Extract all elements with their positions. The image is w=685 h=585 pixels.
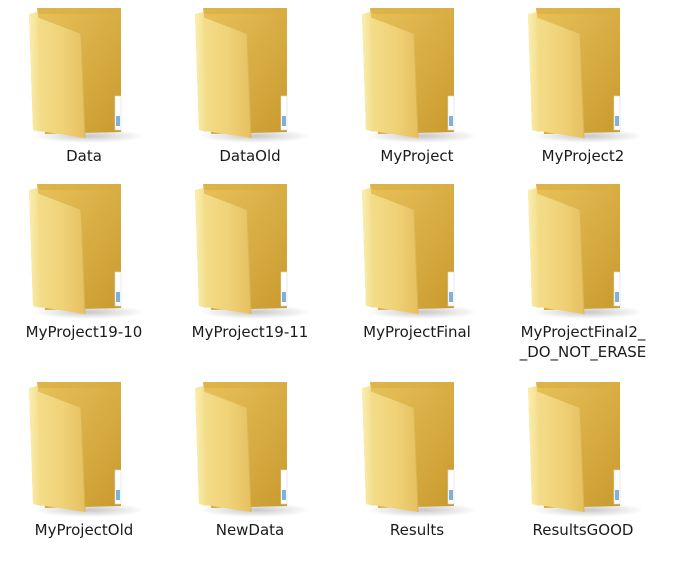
folder-item-myprojectfinal[interactable]: MyProjectFinal [337, 176, 497, 362]
folder-icon [23, 4, 143, 144]
folder-icon [356, 180, 476, 320]
folder-item-dataold[interactable]: DataOld [170, 0, 330, 186]
folder-label: Results [389, 521, 445, 539]
folder-label: MyProject [380, 147, 454, 165]
folder-item-myprojectfinal2-do-not-erase[interactable]: MyProjectFinal2_ _DO_NOT_ERASE [503, 176, 663, 362]
folder-icon [356, 378, 476, 518]
folder-icon [189, 4, 309, 144]
folder-item-data[interactable]: Data [4, 0, 164, 186]
folder-icon [189, 180, 309, 320]
folder-label: MyProjectFinal [363, 323, 471, 341]
folder-label: ResultsGOOD [532, 521, 634, 539]
folder-grid: Data DataOld MyProject MyProject2 MyProj… [0, 0, 685, 585]
folder-icon [356, 4, 476, 144]
folder-icon [522, 180, 642, 320]
folder-icon [522, 4, 642, 144]
folder-item-myproject2[interactable]: MyProject2 [503, 0, 663, 186]
folder-icon [522, 378, 642, 518]
folder-icon [23, 180, 143, 320]
folder-label: MyProject19-11 [191, 323, 309, 341]
folder-label: MyProject19-10 [25, 323, 143, 341]
folder-label: Data [66, 147, 102, 165]
folder-label: MyProjectFinal2_ _DO_NOT_ERASE [519, 323, 647, 361]
folder-item-myproject19-11[interactable]: MyProject19-11 [170, 176, 330, 362]
folder-item-newdata[interactable]: NewData [170, 374, 330, 560]
folder-item-resultsgood[interactable]: ResultsGOOD [503, 374, 663, 560]
folder-icon [189, 378, 309, 518]
folder-label: MyProject2 [541, 147, 625, 165]
folder-item-results[interactable]: Results [337, 374, 497, 560]
folder-label: DataOld [219, 147, 281, 165]
folder-item-myproject[interactable]: MyProject [337, 0, 497, 186]
folder-label: MyProjectOld [34, 521, 134, 539]
folder-icon [23, 378, 143, 518]
folder-label: NewData [215, 521, 285, 539]
folder-item-myproject19-10[interactable]: MyProject19-10 [4, 176, 164, 362]
folder-item-myprojectold[interactable]: MyProjectOld [4, 374, 164, 560]
